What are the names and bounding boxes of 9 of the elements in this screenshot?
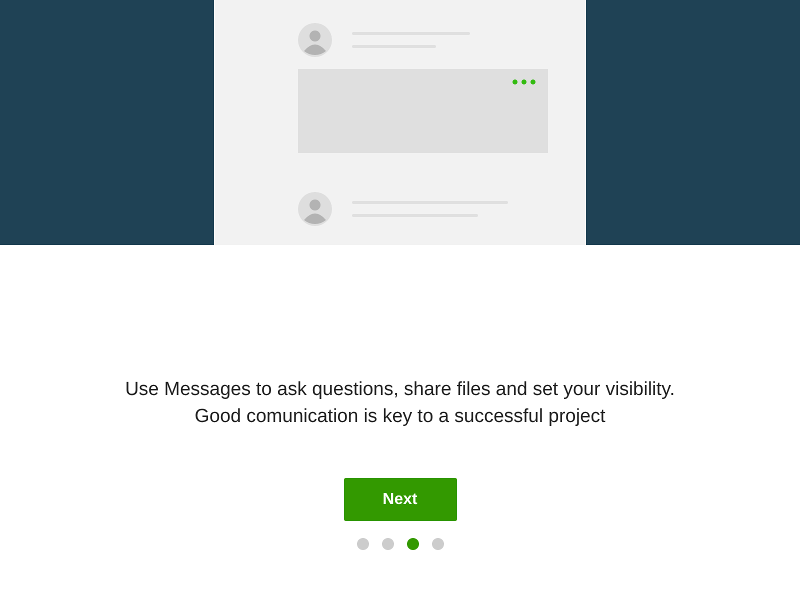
intro-text: Use Messages to ask questions, share files and set your visibility. Good comunication is key to a successful project [125,378,675,429]
page-dot[interactable] [356,538,368,550]
more-icon [512,79,536,85]
page-dot[interactable] [432,538,444,550]
avatar-icon [298,23,332,57]
next-button[interactable]: Next [344,478,456,521]
avatar-icon [298,192,332,226]
page-dot[interactable] [406,538,418,550]
page-dot[interactable] [382,538,394,550]
